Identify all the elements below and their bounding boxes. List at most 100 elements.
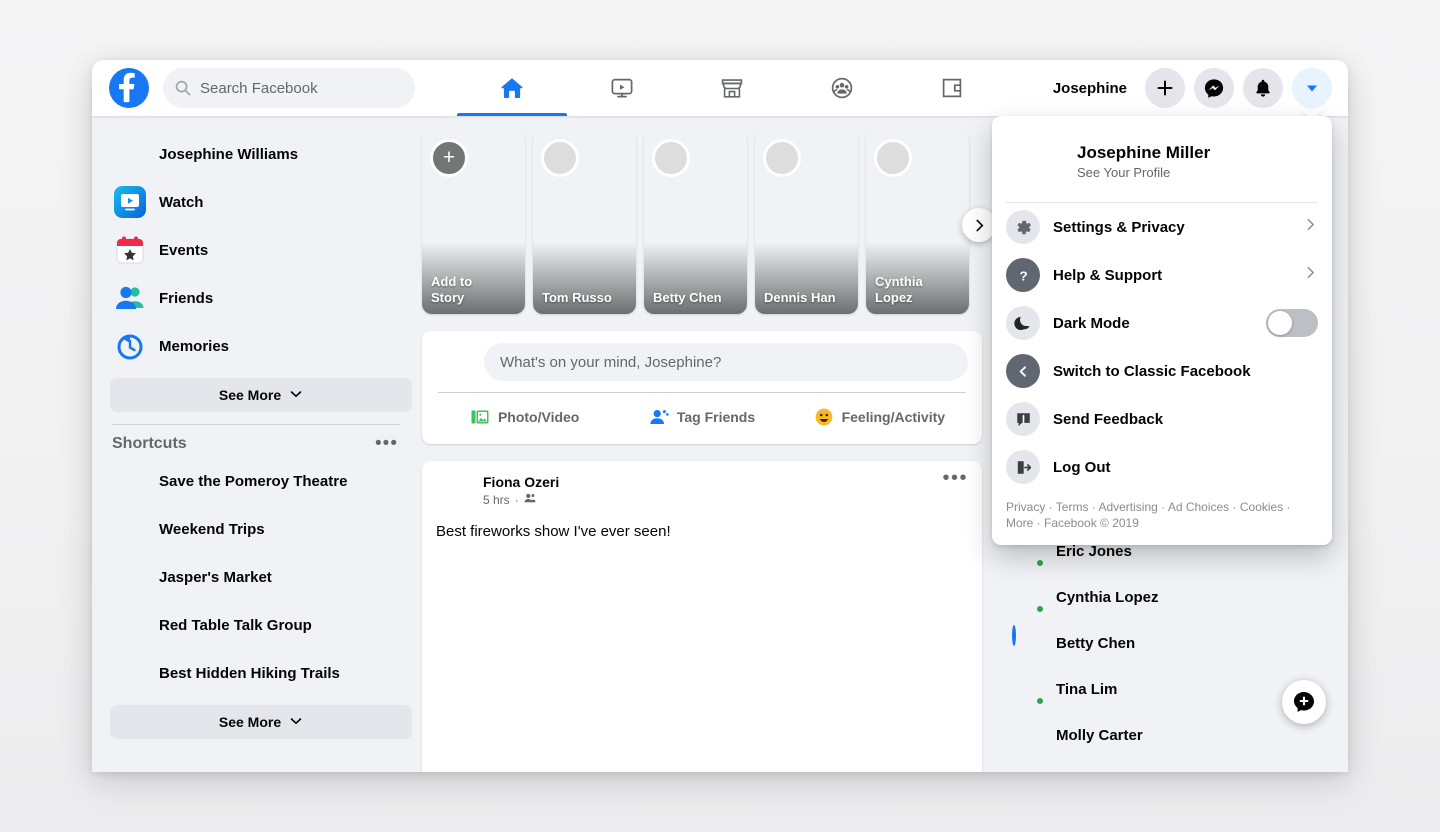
dropdown-item-switch-classic[interactable]: Switch to Classic Facebook bbox=[992, 347, 1332, 395]
left-sidebar: Josephine Williams Watch bbox=[92, 116, 422, 772]
avatar bbox=[1012, 627, 1044, 659]
search-input[interactable] bbox=[200, 80, 403, 97]
post-image[interactable] bbox=[422, 552, 982, 772]
contact-item[interactable]: Betty Chen bbox=[1004, 620, 1334, 666]
dropdown-item-label: Send Feedback bbox=[1053, 411, 1163, 428]
notifications-button[interactable] bbox=[1243, 68, 1283, 108]
shortcuts-header: Shortcuts ••• bbox=[106, 431, 406, 457]
sidebar-item-watch[interactable]: Watch bbox=[106, 178, 406, 226]
search-bar[interactable] bbox=[163, 68, 415, 108]
dropdown-profile-subtitle: See Your Profile bbox=[1077, 165, 1210, 180]
tab-home[interactable] bbox=[457, 60, 567, 116]
dropdown-item-dark-mode[interactable]: Dark Mode bbox=[992, 299, 1332, 347]
composer-input[interactable]: What's on your mind, Josephine? bbox=[484, 343, 968, 381]
dropdown-item-settings-privacy[interactable]: Settings & Privacy bbox=[992, 203, 1332, 251]
topbar-right-actions: Josephine bbox=[1014, 68, 1348, 108]
online-status-dot bbox=[1035, 604, 1045, 614]
dropdown-item-help-support[interactable]: ? Help & Support bbox=[992, 251, 1332, 299]
avatar bbox=[541, 139, 579, 177]
tab-gaming[interactable] bbox=[897, 60, 1007, 116]
dropdown-item-send-feedback[interactable]: Send Feedback bbox=[992, 395, 1332, 443]
moon-icon bbox=[1006, 306, 1040, 340]
avatar bbox=[1017, 74, 1045, 102]
sidebar-item-label: Memories bbox=[159, 338, 229, 355]
tab-watch[interactable] bbox=[567, 60, 677, 116]
chevron-down-icon bbox=[289, 387, 303, 404]
story-label: Betty Chen bbox=[653, 290, 740, 306]
feed-post: Fiona Ozeri 5 hrs · bbox=[422, 461, 982, 772]
photo-video-label: Photo/Video bbox=[498, 409, 579, 425]
account-dropdown-menu: Josephine Miller See Your Profile Settin… bbox=[992, 116, 1332, 545]
sidebar-item-friends[interactable]: Friends bbox=[106, 274, 406, 322]
shortcut-item[interactable]: Best Hidden Hiking Trails bbox=[106, 649, 406, 697]
story-label: Add toStory bbox=[431, 274, 518, 306]
dropdown-profile-name: Josephine Miller bbox=[1077, 143, 1210, 163]
post-composer: What's on your mind, Josephine? Photo/Vi… bbox=[422, 331, 982, 444]
story-card-add[interactable]: + Add toStory bbox=[422, 130, 525, 314]
plus-icon[interactable]: + bbox=[430, 139, 468, 177]
stories-carousel: + Add toStory Tom Russo Betty Chen bbox=[422, 130, 982, 314]
tab-groups[interactable] bbox=[787, 60, 897, 116]
gear-icon bbox=[1006, 210, 1040, 244]
photo-video-button[interactable]: Photo/Video bbox=[436, 393, 613, 440]
post-menu-button[interactable]: ••• bbox=[942, 474, 968, 483]
photo-video-icon bbox=[470, 407, 490, 427]
feeling-activity-button[interactable]: Feeling/Activity bbox=[791, 393, 968, 440]
story-card[interactable]: Dennis Han bbox=[755, 130, 858, 314]
profile-chip[interactable]: Josephine bbox=[1014, 71, 1136, 105]
story-card[interactable]: Betty Chen bbox=[644, 130, 747, 314]
friends-audience-icon bbox=[524, 492, 536, 507]
account-menu-button[interactable] bbox=[1292, 68, 1332, 108]
shortcut-item[interactable]: Jasper's Market bbox=[106, 553, 406, 601]
tag-friends-button[interactable]: Tag Friends bbox=[613, 393, 790, 440]
ellipsis-icon[interactable]: ••• bbox=[375, 439, 398, 449]
contact-name: Tina Lim bbox=[1056, 681, 1117, 698]
post-text: Best fireworks show I've ever seen! bbox=[422, 512, 982, 552]
shortcut-item[interactable]: Weekend Trips bbox=[106, 505, 406, 553]
sidebar-item-profile[interactable]: Josephine Williams bbox=[106, 130, 406, 178]
logout-icon bbox=[1006, 450, 1040, 484]
story-card[interactable]: Tom Russo bbox=[533, 130, 636, 314]
shortcut-label: Jasper's Market bbox=[159, 569, 272, 586]
chevron-right-icon bbox=[1303, 265, 1318, 285]
redtable-thumb bbox=[114, 609, 146, 641]
tab-marketplace[interactable] bbox=[677, 60, 787, 116]
avatar bbox=[1012, 581, 1044, 613]
memories-icon bbox=[114, 330, 146, 362]
hiking-thumb bbox=[114, 657, 146, 689]
chevron-down-icon bbox=[289, 714, 303, 731]
online-status-dot bbox=[1035, 696, 1045, 706]
facebook-logo-icon[interactable] bbox=[109, 68, 149, 108]
search-icon bbox=[175, 80, 191, 96]
tag-friends-icon bbox=[649, 407, 669, 427]
dropdown-profile-row[interactable]: Josephine Miller See Your Profile bbox=[992, 124, 1332, 202]
sidebar-see-more-button[interactable]: See More bbox=[110, 378, 412, 412]
contact-item[interactable]: Molly Carter bbox=[1004, 712, 1334, 758]
home-icon bbox=[499, 75, 525, 101]
watch-icon bbox=[609, 75, 635, 101]
post-author[interactable]: Fiona Ozeri bbox=[483, 474, 559, 490]
dropdown-item-log-out[interactable]: Log Out bbox=[992, 443, 1332, 491]
sidebar-item-label: Events bbox=[159, 242, 208, 259]
contact-name: Molly Carter bbox=[1056, 727, 1143, 744]
story-card[interactable]: Cynthia Lopez bbox=[866, 130, 969, 314]
new-message-button[interactable] bbox=[1282, 680, 1326, 724]
shortcut-item[interactable]: Save the Pomeroy Theatre bbox=[106, 457, 406, 505]
question-icon: ? bbox=[1006, 258, 1040, 292]
dropdown-footer-links[interactable]: Privacy · Terms · Advertising · Ad Choic… bbox=[992, 491, 1332, 545]
avatar bbox=[1006, 132, 1064, 190]
dark-mode-toggle[interactable] bbox=[1266, 309, 1318, 337]
sidebar-item-events[interactable]: Events bbox=[106, 226, 406, 274]
contact-item[interactable]: Cynthia Lopez bbox=[1004, 574, 1334, 620]
sidebar-item-memories[interactable]: Memories bbox=[106, 322, 406, 370]
shortcuts-see-more-button[interactable]: See More bbox=[110, 705, 412, 739]
main-tabs bbox=[457, 60, 1007, 116]
shortcut-item[interactable]: Red Table Talk Group bbox=[106, 601, 406, 649]
post-timestamp: 5 hrs bbox=[483, 493, 510, 507]
feedback-icon bbox=[1006, 402, 1040, 436]
sidebar-item-label: Watch bbox=[159, 194, 203, 211]
messenger-button[interactable] bbox=[1194, 68, 1234, 108]
create-button[interactable] bbox=[1145, 68, 1185, 108]
stories-next-button[interactable] bbox=[962, 208, 996, 242]
chevron-right-icon bbox=[1303, 217, 1318, 237]
